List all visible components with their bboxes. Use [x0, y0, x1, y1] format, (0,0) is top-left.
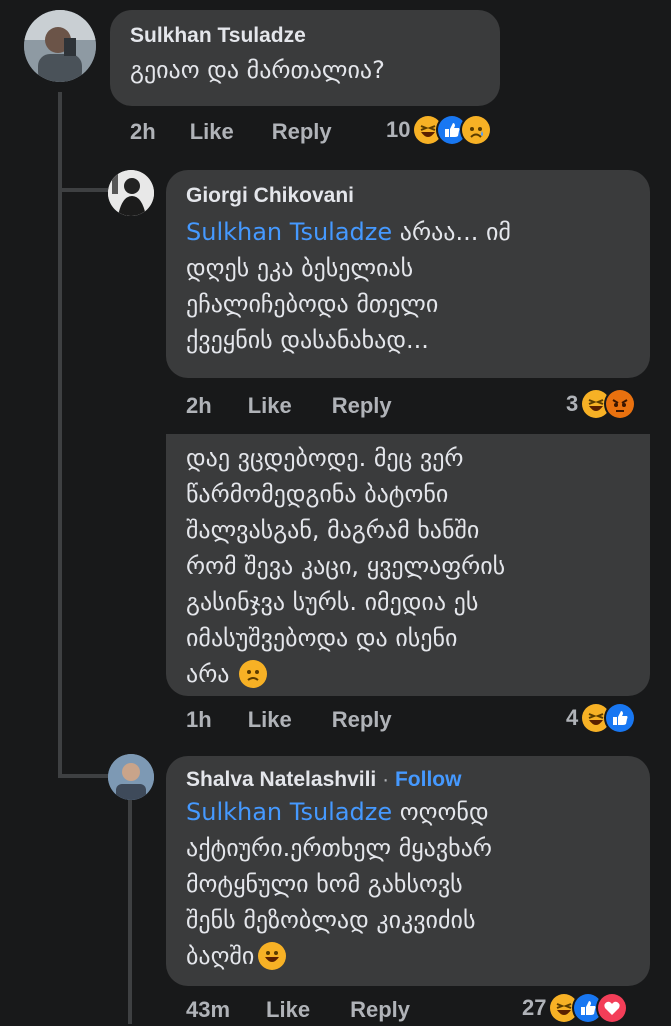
avatar[interactable] — [108, 170, 154, 216]
comment-author[interactable]: Sulkhan Tsuladze — [130, 24, 480, 48]
reaction-summary[interactable]: 3 — [566, 388, 635, 420]
comment-bubble: Giorgi Chikovani Sulkhan Tsuladze არაა..… — [166, 170, 650, 378]
avatar-photo — [24, 10, 96, 82]
reaction-summary[interactable]: 10 — [386, 114, 491, 146]
comment-text: დაე ვცდებოდე. მეც ვერ წარმომედგინა ბატონ… — [186, 444, 506, 688]
comment-author[interactable]: Shalva Natelashvili — [186, 768, 376, 791]
comment-actions: 43m Like Reply — [186, 994, 410, 1026]
comment-time[interactable]: 1h — [186, 707, 212, 733]
comment-text: Sulkhan Tsuladze არაა... იმ დღეს ეკა ბეს… — [186, 218, 511, 354]
comment-time[interactable]: 2h — [186, 393, 212, 419]
reaction-summary[interactable]: 27 — [522, 992, 627, 1024]
love-icon — [598, 994, 627, 1022]
avatar-photo — [108, 754, 154, 800]
reply-button[interactable]: Reply — [272, 119, 332, 145]
reaction-summary[interactable]: 4 — [566, 702, 635, 734]
comment-actions: 2h Like Reply — [186, 390, 392, 422]
mention-link[interactable]: Sulkhan Tsuladze — [186, 798, 392, 826]
reaction-count: 4 — [566, 705, 579, 730]
reaction-count: 3 — [566, 391, 579, 416]
sad-icon — [462, 116, 491, 144]
thread-line-main — [58, 92, 62, 778]
avatar[interactable] — [108, 754, 154, 800]
reply-button[interactable]: Reply — [350, 997, 410, 1023]
like-button[interactable]: Like — [248, 707, 292, 733]
comment-actions: 2h Like Reply — [130, 116, 332, 148]
thread-line-reply — [128, 800, 132, 1024]
mention-link[interactable]: Sulkhan Tsuladze — [186, 218, 392, 246]
comment-header: Shalva Natelashvili · Follow — [186, 768, 462, 791]
comment-time[interactable]: 2h — [130, 119, 156, 145]
comment-bubble: დაე ვცდებოდე. მეც ვერ წარმომედგინა ბატონ… — [166, 434, 650, 696]
comment-bubble: Shalva Natelashvili · Follow Sulkhan Tsu… — [166, 756, 650, 986]
reply-button[interactable]: Reply — [332, 707, 392, 733]
like-button[interactable]: Like — [266, 997, 310, 1023]
reply-button[interactable]: Reply — [332, 393, 392, 419]
reaction-count: 10 — [386, 117, 411, 142]
angry-icon — [606, 390, 635, 418]
comment-author[interactable]: Giorgi Chikovani — [186, 184, 630, 208]
comment-bubble: Sulkhan Tsuladze გეიაო და მართალია? — [110, 10, 500, 106]
sad-face-icon — [239, 660, 268, 688]
thread-branch-2 — [58, 774, 108, 778]
comment-actions: 1h Like Reply — [186, 704, 392, 736]
follow-button[interactable]: Follow — [395, 768, 462, 791]
comment-text: Sulkhan Tsuladze ოღონდ აქტიური.ერთხელ მყ… — [186, 798, 492, 970]
thread-branch-1 — [58, 188, 108, 192]
reaction-count: 27 — [522, 995, 547, 1020]
grin-icon — [258, 942, 287, 970]
avatar[interactable] — [24, 10, 96, 82]
like-button[interactable]: Like — [190, 119, 234, 145]
comment-text: გეიაო და მართალია? — [130, 56, 385, 84]
like-button[interactable]: Like — [248, 393, 292, 419]
comment-time[interactable]: 43m — [186, 997, 230, 1023]
avatar-photo — [108, 170, 154, 216]
like-icon — [606, 704, 635, 732]
